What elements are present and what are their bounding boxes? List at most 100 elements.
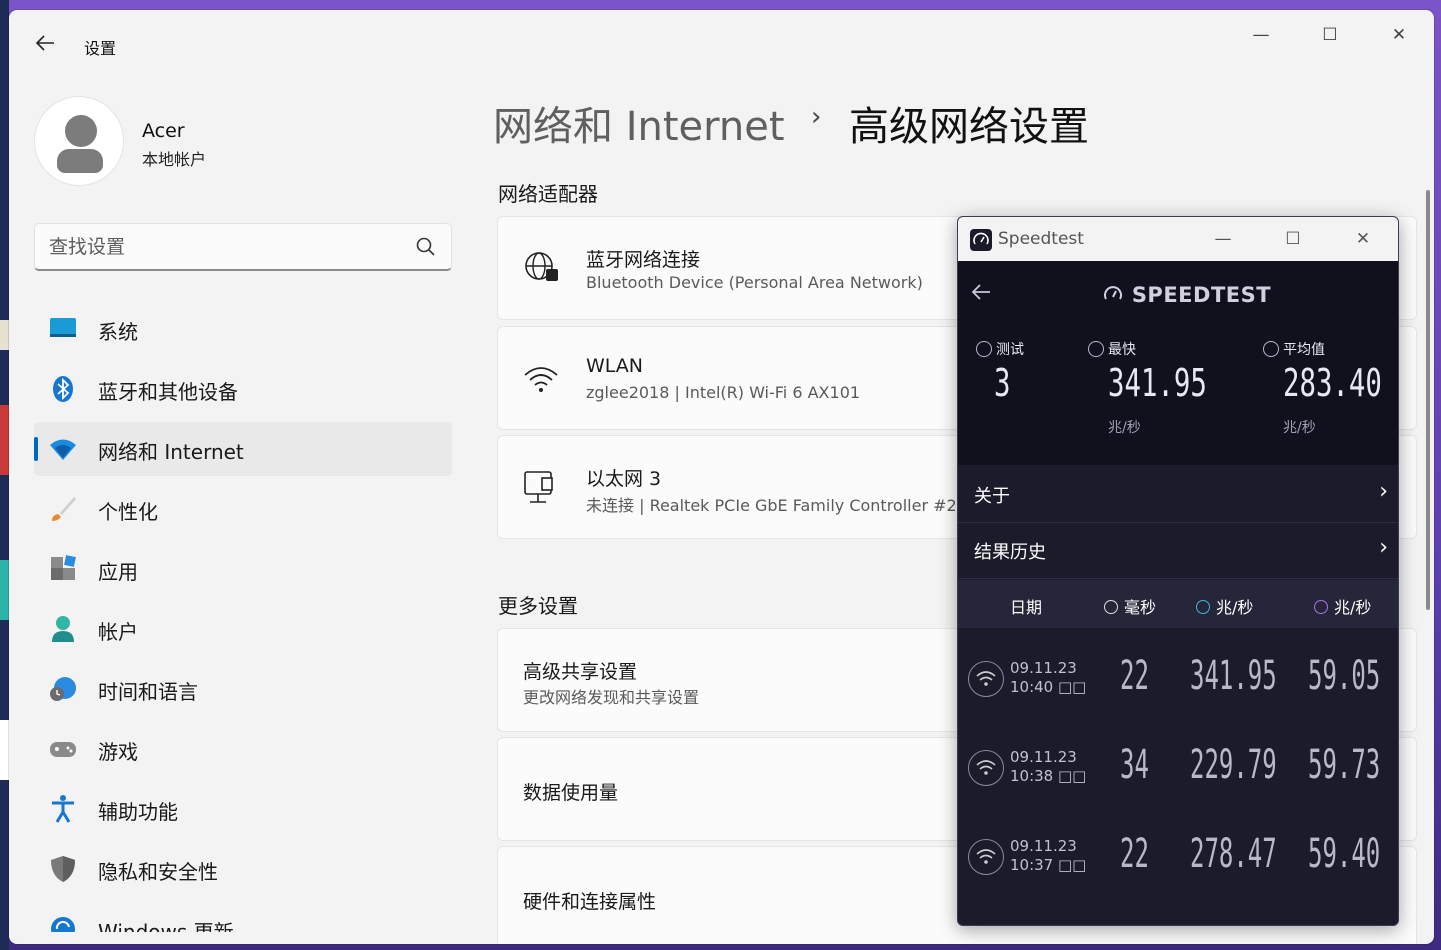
speedtest-summary: SPEEDTEST 测试 3 最快 341.95 兆/秒 平均值 283.40 … [958,261,1398,465]
sidebar-item-privacy[interactable]: 隐私和安全性 [34,842,452,896]
metric-label: 平均值 [1283,342,1325,358]
ethernet-icon [524,471,553,503]
metric-value: 3 [994,361,1011,405]
header-upload[interactable]: 兆/秒 [1314,594,1371,618]
table-row[interactable]: 09.11.23 10:40 □□ 22 341.95 59.05 [958,639,1398,728]
user-name: Acer [142,120,185,142]
search-input[interactable] [49,233,399,261]
sidebar-item-label: 游戏 [98,740,138,764]
row-download: 278.47 [1190,831,1277,877]
speedtest-app-icon [970,229,992,251]
adapter-subtitle: Bluetooth Device (Personal Area Network) [586,273,923,292]
bluetooth-network-icon [525,252,558,281]
scrollbar[interactable] [1426,190,1430,610]
minimize-button[interactable]: — [1238,20,1284,50]
wifi-icon [524,367,558,392]
sidebar-item-windows-update[interactable]: Windows 更新 [34,902,452,932]
time-language-icon [50,677,76,701]
speedtest-app-title: Speedtest [998,229,1084,249]
shield-icon [51,856,75,882]
metric-value: 283.40 [1283,361,1382,405]
speedtest-back-button[interactable] [970,281,992,309]
sidebar-item-label: 蓝牙和其他设备 [98,380,238,404]
sidebar-item-time-language[interactable]: 时间和语言 [34,662,452,716]
adapter-title: WLAN [586,355,644,377]
setting-title: 硬件和连接属性 [523,891,657,913]
metric-unit: 兆/秒 [1108,420,1141,436]
adapter-subtitle: 未连接 | Realtek PCIe GbE Family Controller… [586,496,957,515]
sidebar-item-network[interactable]: 网络和 Internet [34,422,452,476]
page-title: 高级网络设置 [849,104,1089,150]
speedtest-minimize-button[interactable]: — [1203,224,1243,254]
wifi-icon [968,750,1004,786]
back-button[interactable] [31,32,59,60]
sidebar-item-label: 应用 [98,560,138,584]
accessibility-icon [52,795,74,823]
adapter-title: 蓝牙网络连接 [586,249,701,271]
breadcrumb-parent[interactable]: 网络和 Internet [493,94,785,152]
metric-value: 341.95 [1108,361,1207,405]
sidebar-item-gaming[interactable]: 游戏 [34,722,452,776]
table-row[interactable]: 09.11.23 10:37 □□ 22 278.47 59.40 [958,817,1398,906]
history-link[interactable]: 结果历史 › [958,523,1398,579]
header-date[interactable]: 日期 [1010,594,1042,618]
setting-title: 数据使用量 [523,782,619,804]
row-upload: 59.05 [1308,653,1381,699]
sidebar-item-label: 帐户 [98,620,138,644]
row-download: 341.95 [1190,653,1277,699]
metric-label: 最快 [1108,342,1136,358]
sidebar-item-accessibility[interactable]: 辅助功能 [34,782,452,836]
search-icon[interactable] [415,236,437,258]
setting-subtitle: 更改网络发现和共享设置 [523,688,700,707]
adapter-subtitle: zglee2018 | Intel(R) Wi-Fi 6 AX101 [586,383,861,402]
sidebar-item-accounts[interactable]: 帐户 [34,602,452,656]
setting-title: 高级共享设置 [523,661,638,683]
sidebar-item-label: 系统 [98,320,138,344]
desktop-background-strip [0,0,9,950]
speedtest-maximize-button[interactable]: ☐ [1273,224,1313,254]
paintbrush-icon [52,497,76,521]
upload-icon [1314,600,1328,614]
wifi-icon [968,661,1004,697]
bluetooth-icon [53,376,73,402]
speedtest-window: Speedtest — ☐ ✕ SPEEDTEST 测试 3 最快 341.95… [957,216,1399,926]
speedtest-logo-text: SPEEDTEST [1131,283,1272,307]
sidebar-item-label: 个性化 [98,500,158,524]
check-icon [976,341,992,357]
metric-unit: 兆/秒 [1283,420,1316,436]
results-table-header: 日期 毫秒 兆/秒 兆/秒 [958,580,1398,628]
sidebar-item-label: 隐私和安全性 [98,860,218,884]
maximize-button[interactable]: ☐ [1307,20,1353,50]
speedtest-close-button[interactable]: ✕ [1343,224,1383,254]
row-download: 229.79 [1190,742,1277,788]
gamepad-icon [50,742,76,757]
header-ping[interactable]: 毫秒 [1104,594,1156,618]
sidebar-item-label: 辅助功能 [98,800,178,824]
row-ping: 34 [1120,742,1149,788]
row-ping: 22 [1120,831,1149,877]
header-download[interactable]: 兆/秒 [1196,594,1253,618]
speedtest-logo: SPEEDTEST [1102,283,1271,307]
app-title: 设置 [84,39,117,58]
sidebar-item-bluetooth[interactable]: 蓝牙和其他设备 [34,362,452,416]
table-row[interactable]: 09.11.23 10:38 □□ 34 229.79 59.73 [958,728,1398,817]
sidebar-item-personalization[interactable]: 个性化 [34,482,452,536]
account-icon [52,616,74,642]
sidebar-item-label: Windows 更新 [98,920,234,932]
network-icon [50,439,76,460]
more-settings-title: 更多设置 [498,594,578,618]
close-button[interactable]: ✕ [1376,20,1422,50]
ping-icon [1104,600,1118,614]
average-icon [1263,341,1279,357]
sidebar-item-label: 网络和 Internet [98,440,244,464]
apps-icon [51,555,76,580]
sidebar-item-system[interactable]: 系统 [34,302,452,356]
adapters-section-title: 网络适配器 [498,182,598,206]
about-link[interactable]: 关于 › [958,467,1398,523]
search-box [34,223,452,271]
chevron-right-icon: › [1379,535,1388,560]
sidebar-item-apps[interactable]: 应用 [34,542,452,596]
wifi-icon [968,839,1004,875]
row-date: 09.11.23 10:40 □□ [1010,659,1087,696]
avatar [34,96,124,186]
